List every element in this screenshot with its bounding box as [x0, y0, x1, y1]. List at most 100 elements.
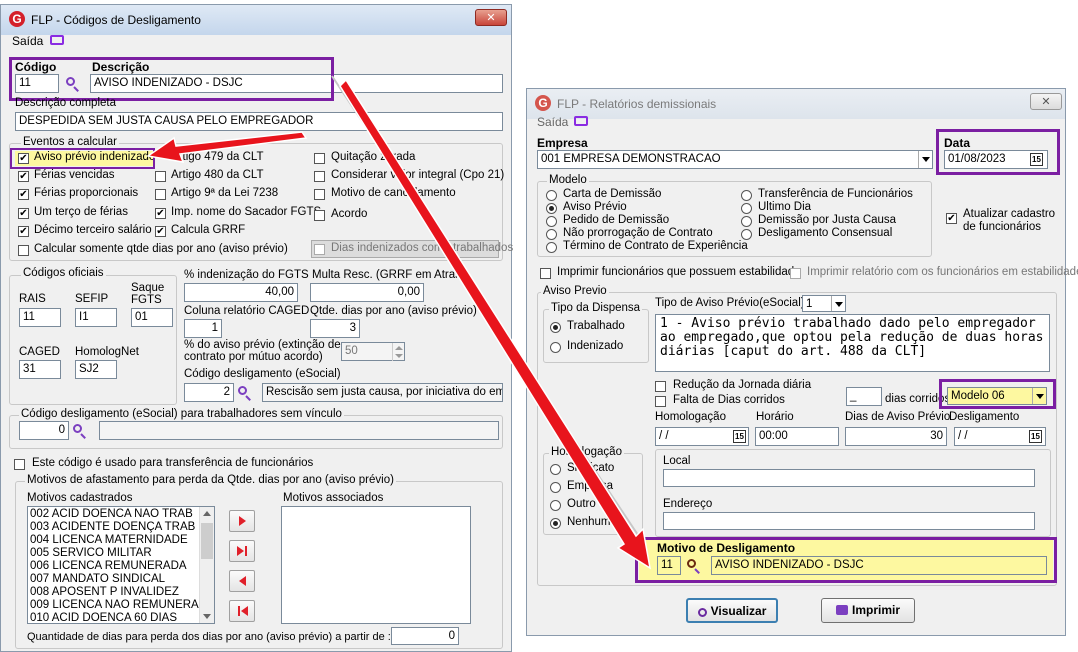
homolognet-input[interactable]: SJ2: [75, 360, 117, 379]
scroll-thumb[interactable]: [201, 523, 213, 559]
horario-input[interactable]: 00:00: [755, 427, 839, 446]
motivos-associados-list[interactable]: [281, 506, 471, 624]
motivos-cadastrados-list[interactable]: 002 ACID DOENCA NAO TRAB 003 ACIDENTE DO…: [27, 506, 215, 624]
rais-input[interactable]: 11: [19, 308, 61, 327]
indenizado-label: Indenizado: [567, 340, 624, 352]
calcular-dias-checkbox[interactable]: [18, 245, 29, 256]
modelo-radio[interactable]: [741, 190, 752, 201]
coluna-caged-input[interactable]: 1: [184, 319, 222, 338]
qtde-dias-input[interactable]: 3: [310, 319, 360, 338]
artigo-480-checkbox[interactable]: [155, 171, 166, 182]
reducao-jornada-checkbox[interactable]: [655, 381, 666, 392]
considerar-valor-checkbox[interactable]: [314, 171, 325, 182]
modelo-radio[interactable]: [741, 229, 752, 240]
chevron-down-icon[interactable]: [918, 151, 932, 168]
scrollbar[interactable]: [199, 507, 214, 623]
dias-aviso-input[interactable]: 30: [845, 427, 947, 446]
pct-aviso-spinner[interactable]: [392, 343, 404, 361]
calendar-icon[interactable]: 15: [733, 430, 746, 443]
homolog-radio[interactable]: [550, 482, 561, 493]
transferencia-checkbox[interactable]: [14, 459, 25, 470]
list-item[interactable]: 010 ACID DOENCA 60 DIAS: [30, 612, 177, 624]
modelo-radio[interactable]: [546, 203, 557, 214]
list-item[interactable]: 005 SERVICO MILITAR: [30, 547, 152, 559]
codigo-esocial-input[interactable]: 2: [184, 383, 234, 402]
modelo-radio[interactable]: [741, 203, 752, 214]
imprimir-button[interactable]: Imprimir: [821, 598, 915, 623]
empresa-select[interactable]: 001 EMPRESA DEMONSTRACAO: [537, 150, 933, 169]
search-icon[interactable]: [687, 559, 696, 568]
sem-vinculo-input[interactable]: 0: [19, 421, 69, 440]
saque-fgts-input[interactable]: 01: [131, 308, 173, 327]
monitor-icon[interactable]: [50, 35, 64, 45]
dias-indenizados-checkbox[interactable]: [314, 244, 325, 255]
indenizado-radio[interactable]: [550, 342, 561, 353]
homolog-radio[interactable]: [550, 500, 561, 511]
homolog-radio[interactable]: [550, 464, 561, 475]
dias-corridos-input[interactable]: _: [846, 387, 882, 406]
modelo-radio[interactable]: [546, 229, 557, 240]
calendar-icon[interactable]: 15: [1029, 430, 1042, 443]
aviso-descricao-text[interactable]: 1 - Aviso prévio trabalhado dado pelo em…: [655, 314, 1050, 372]
trabalhado-radio[interactable]: [550, 322, 561, 333]
ferias-proporcionais-checkbox[interactable]: ✔: [18, 189, 29, 200]
monitor-icon[interactable]: [574, 116, 588, 126]
add-motivo-button[interactable]: [229, 510, 255, 532]
qtde-perda-input[interactable]: 0: [391, 627, 459, 645]
imp-nome-sacador-checkbox[interactable]: ✔: [155, 208, 166, 219]
close-button[interactable]: ✕: [475, 9, 507, 26]
atualizar-cadastro-checkbox[interactable]: ✔: [946, 213, 957, 224]
multa-resc-input[interactable]: 0,00: [310, 283, 424, 302]
modelo-radio[interactable]: [741, 216, 752, 227]
sefip-input[interactable]: I1: [75, 308, 117, 327]
list-item[interactable]: 006 LICENCA REMUNERADA: [30, 560, 187, 572]
search-icon[interactable]: [73, 424, 82, 433]
imprimir-estabilidade-checkbox[interactable]: [540, 268, 551, 279]
search-icon: [697, 608, 707, 617]
visualizar-button[interactable]: Visualizar: [686, 598, 778, 623]
close-button[interactable]: ✕: [1030, 93, 1062, 110]
modelo-radio[interactable]: [546, 190, 557, 201]
motivo-code-input[interactable]: 11: [657, 556, 681, 575]
homolog-radio[interactable]: [550, 518, 561, 529]
caged-input[interactable]: 31: [19, 360, 61, 379]
calcula-grrf-checkbox[interactable]: ✔: [155, 226, 166, 237]
codigos-desligamento-window: G FLP - Códigos de Desligamento ✕ Saída …: [0, 4, 513, 652]
terco-ferias-checkbox[interactable]: ✔: [18, 208, 29, 219]
list-item[interactable]: 004 LICENCA MATERNIDADE: [30, 534, 188, 546]
desligamento-label: Desligamento: [949, 411, 1020, 423]
decimo-terceiro-checkbox[interactable]: ✔: [18, 226, 29, 237]
ferias-proporcionais-label: Férias proporcionais: [34, 187, 139, 199]
motivo-cancelamento-checkbox[interactable]: [314, 189, 325, 200]
local-input[interactable]: [663, 469, 1035, 487]
menu-saida[interactable]: Saída: [12, 34, 43, 48]
chevron-down-icon[interactable]: [1032, 388, 1046, 404]
list-item[interactable]: 003 ACIDENTE DOENÇA TRAB: [30, 521, 195, 533]
considerar-valor-label: Considerar valor integral (Cpo 21): [331, 169, 505, 181]
list-item[interactable]: 007 MANDATO SINDICAL: [30, 573, 165, 585]
ferias-vencidas-checkbox[interactable]: ✔: [18, 171, 29, 182]
falta-dias-checkbox[interactable]: [655, 396, 666, 407]
list-item[interactable]: 008 APOSENT P INVALIDEZ: [30, 586, 179, 598]
add-all-motivos-button[interactable]: [229, 540, 255, 562]
pct-fgts-input[interactable]: 40,00: [184, 283, 298, 302]
visualizar-label: Visualizar: [710, 604, 767, 618]
artigo-9-checkbox[interactable]: [155, 189, 166, 200]
modelo-radio[interactable]: [546, 216, 557, 227]
remove-all-motivos-button[interactable]: [229, 600, 255, 622]
descricao-completa-input[interactable]: DESPEDIDA SEM JUSTA CAUSA PELO EMPREGADO…: [15, 112, 503, 131]
homolog-option: Outro: [567, 498, 596, 510]
imprimir-relatorio-estabilidade-checkbox[interactable]: [790, 268, 801, 279]
calendar-icon[interactable]: 15: [1030, 153, 1043, 166]
endereco-input[interactable]: [663, 512, 1035, 530]
chevron-down-icon[interactable]: [831, 296, 845, 311]
modelo-radio[interactable]: [546, 242, 557, 253]
acordo-checkbox[interactable]: [314, 210, 325, 221]
list-item[interactable]: 002 ACID DOENCA NAO TRAB: [30, 508, 193, 520]
menu-saida[interactable]: Saída: [537, 115, 568, 129]
search-icon[interactable]: [238, 386, 247, 395]
imprimir-relatorio-estabilidade-label: Imprimir relatório com os funcionários e…: [807, 266, 1078, 278]
list-item[interactable]: 009 LICENCA NAO REMUNERA: [30, 599, 199, 611]
quitacao-zerada-checkbox[interactable]: [314, 153, 325, 164]
remove-motivo-button[interactable]: [229, 570, 255, 592]
